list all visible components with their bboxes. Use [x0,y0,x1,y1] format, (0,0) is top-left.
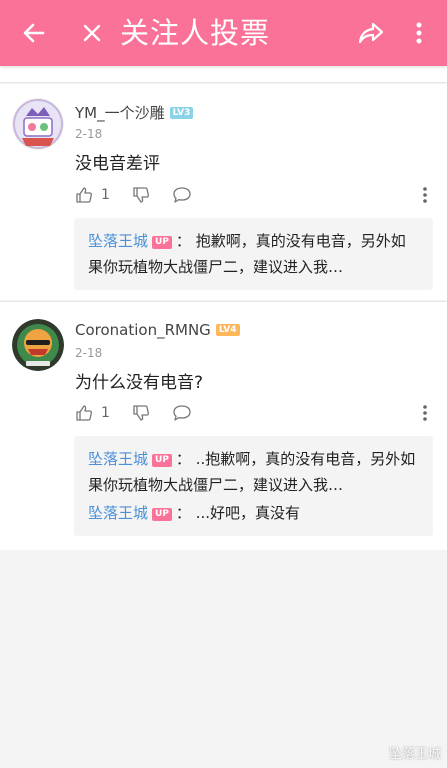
username[interactable]: Coronation_RMNG LV4 [75,321,240,339]
user-avatar-image [12,98,64,150]
reply-preview-box[interactable]: 坠落王城 UP： 抱歉啊，真的没有电音，另外如果你玩植物大战僵尸二，建议进入我… [74,218,433,290]
reply-username[interactable]: 坠落王城 [88,232,148,250]
reply-button[interactable] [172,404,192,422]
comment-content: 没电音差评 [75,154,160,174]
dislike-button[interactable] [132,404,150,422]
up-badge: UP [152,236,172,249]
comment-date: 2-18 [75,346,103,360]
reply-username[interactable]: 坠落王城 [88,504,148,522]
like-button[interactable]: 1 [75,404,110,422]
more-vertical-icon [423,405,427,421]
close-button[interactable] [72,0,112,66]
watermark-text: 坠落王城 [388,747,441,762]
comment-actions: 1 [75,402,214,424]
comment-item: YM_一个沙雕 LV3 2-18 没电音差评 1 坠落王城 UP ： 抱歉啊，真… [0,84,447,300]
like-count: 1 [101,405,110,421]
share-button[interactable] [351,0,391,66]
user-avatar-image [12,319,64,371]
thumbs-down-icon [133,405,149,421]
more-vertical-icon [416,22,422,44]
page-title: 关注人投票 [120,16,271,50]
dislike-button[interactable] [132,186,150,204]
thumbs-up-icon [76,187,92,203]
back-button[interactable] [14,0,54,66]
share-icon [358,22,384,44]
more-button[interactable] [401,0,437,66]
username[interactable]: YM_一个沙雕 LV3 [75,102,194,123]
reply-item: 坠落王城 UP： ..抱歉啊，真的没有电音，另外如果你玩植物大战僵尸二，建议进入我… [88,446,419,498]
close-icon [83,24,101,42]
comment-content: 为什么没有电音? [75,373,204,393]
username-text: YM_一个沙雕 [75,104,165,122]
up-badge: UP [152,508,172,521]
comment-bubble-icon [173,405,191,421]
comment-actions: 1 [75,184,214,206]
top-app-bar: 关注人投票 [0,0,447,66]
reply-item: 坠落王城 UP： ...好吧，真没有 [88,500,419,526]
avatar[interactable] [12,319,64,371]
avatar[interactable] [12,98,64,150]
comment-date: 2-18 [75,127,103,141]
back-arrow-icon [23,23,45,43]
level-badge: LV4 [215,324,240,336]
comment-more-button[interactable] [419,402,431,424]
comment-more-button[interactable] [419,184,431,206]
reply-text: ： ...好吧，真没有 [175,504,300,522]
thumbs-up-icon [76,405,92,421]
comment-item: Coronation_RMNG LV4 2-18 为什么没有电音? 1 坠落王城… [0,302,447,550]
thumbs-down-icon [133,187,149,203]
more-vertical-icon [423,187,427,203]
reply-button[interactable] [172,186,192,204]
username-text: Coronation_RMNG [75,321,211,339]
comment-bubble-icon [173,187,191,203]
like-count: 1 [101,187,110,203]
divider [0,82,447,83]
watermark: 坠落王城 [389,743,441,762]
level-badge: LV3 [169,106,194,119]
reply-preview-box[interactable]: 坠落王城 UP： ..抱歉啊，真的没有电音，另外如果你玩植物大战僵尸二，建议进入我… [74,436,433,536]
up-badge: UP [152,454,172,467]
like-button[interactable]: 1 [75,186,110,204]
reply-item: 坠落王城 UP： 抱歉啊，真的没有电音，另外如果你玩植物大战僵尸二，建议进入我… [88,228,419,280]
reply-username[interactable]: 坠落王城 [88,450,148,468]
previous-card-bottom [0,66,447,82]
